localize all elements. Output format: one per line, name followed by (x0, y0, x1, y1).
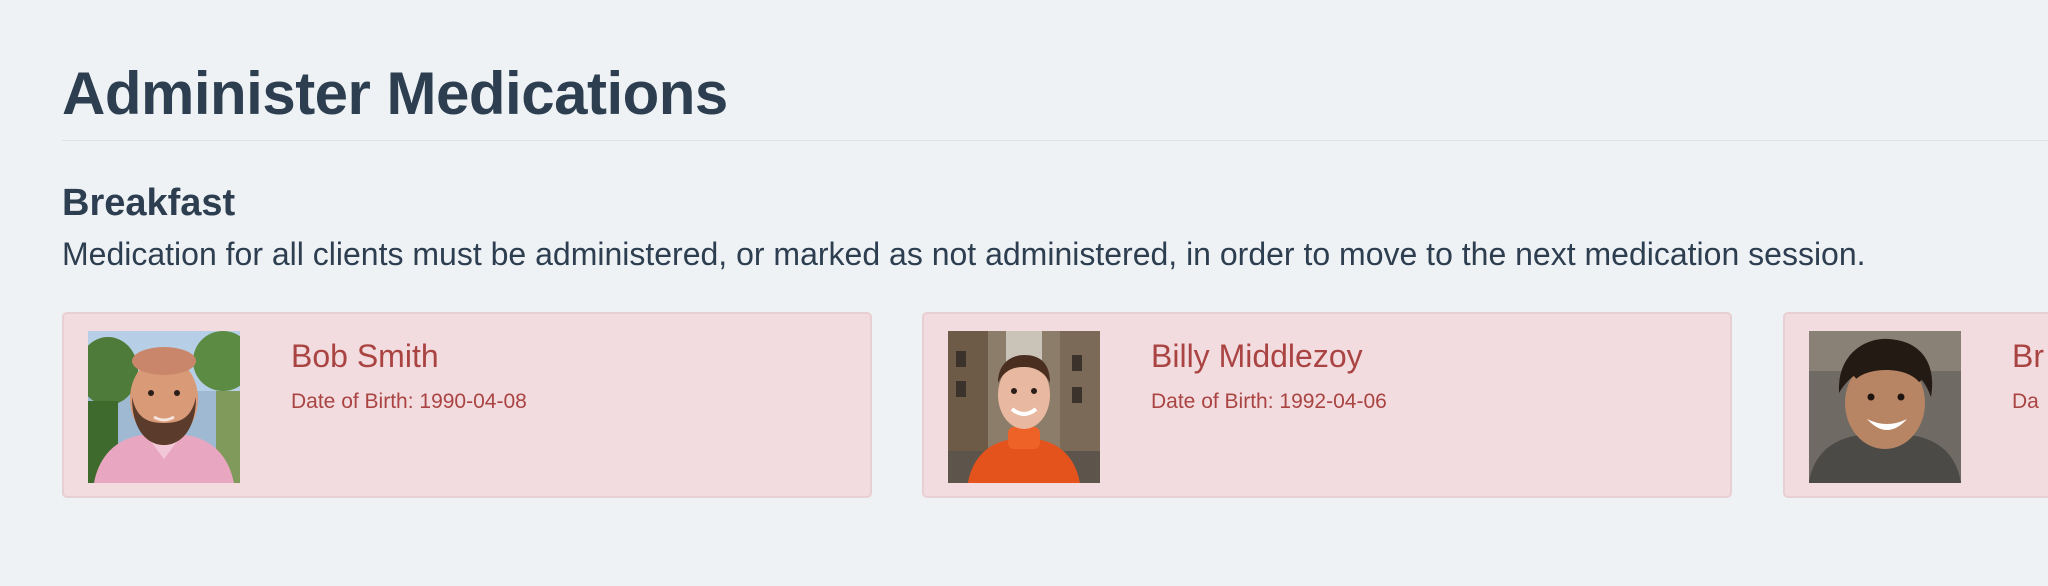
client-dob: Da (2012, 390, 2039, 413)
client-card-bob-smith[interactable]: Bob Smith Date of Birth: 1990-04-08 (62, 312, 872, 498)
session-title: Breakfast (62, 182, 236, 224)
session-description: Medication for all clients must be admin… (62, 236, 1866, 272)
client-name: Bob Smith (291, 338, 439, 374)
client-dob: Date of Birth: 1992-04-06 (1151, 390, 1387, 413)
client-dob: Date of Birth: 1990-04-08 (291, 390, 527, 413)
client-card-billy-middlezoy[interactable]: Billy Middlezoy Date of Birth: 1992-04-0… (922, 312, 1732, 498)
title-divider (62, 140, 2048, 141)
client-card-3[interactable]: Br Da (1783, 312, 2048, 498)
client-photo (948, 331, 1100, 483)
client-photo (88, 331, 240, 483)
page-title: Administer Medications (62, 60, 728, 127)
client-name: Br (2012, 338, 2044, 374)
client-name: Billy Middlezoy (1151, 338, 1363, 374)
page: Administer Medications Breakfast Medicat… (0, 0, 2048, 586)
client-photo (1809, 331, 1961, 483)
